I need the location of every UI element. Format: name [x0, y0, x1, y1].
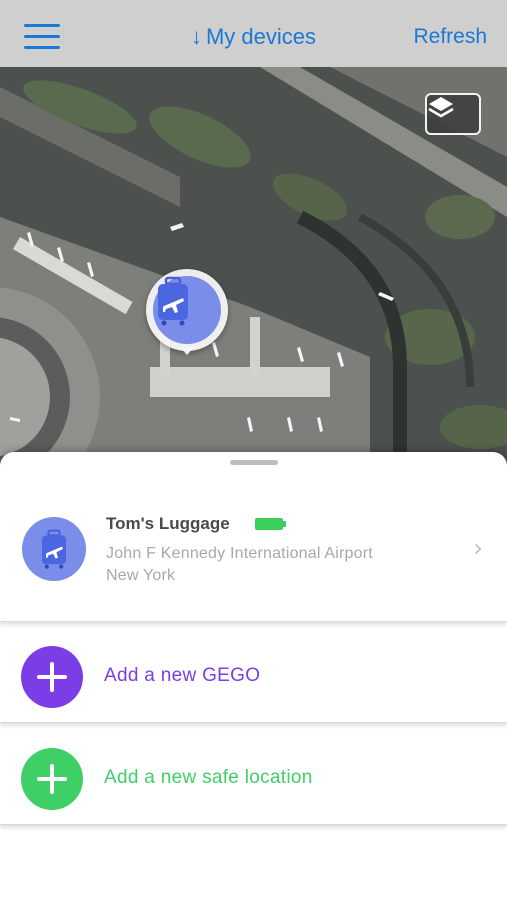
- plus-icon: [21, 748, 83, 810]
- device-location-line2: New York: [106, 567, 176, 584]
- luggage-plane-icon: [42, 529, 66, 569]
- add-safe-location-button[interactable]: Add a new safe location: [0, 737, 507, 825]
- luggage-marker-badge: [153, 276, 221, 344]
- sheet-drag-handle[interactable]: [230, 460, 278, 465]
- device-avatar: [22, 517, 86, 581]
- add-gego-label: Add a new GEGO: [104, 665, 261, 686]
- device-location: John F Kennedy International Airport New…: [106, 543, 446, 587]
- chevron-right-icon: ›: [473, 534, 483, 562]
- add-gego-button[interactable]: Add a new GEGO: [0, 635, 507, 723]
- layers-icon: [428, 97, 454, 118]
- bottom-sheet: Tom's Luggage John F Kennedy Internation…: [0, 452, 507, 900]
- plus-icon: [21, 646, 83, 708]
- device-location-line1: John F Kennedy International Airport: [106, 545, 373, 562]
- satellite-map[interactable]: [0, 67, 507, 467]
- device-map-marker[interactable]: [146, 269, 228, 355]
- map-layers-button[interactable]: [425, 93, 481, 135]
- refresh-button[interactable]: Refresh: [413, 25, 487, 49]
- luggage-plane-icon: [158, 276, 188, 326]
- arrow-down-icon: ↓: [190, 24, 202, 49]
- nav-title-label: My devices: [205, 24, 317, 49]
- device-name: Tom's Luggage: [106, 514, 230, 533]
- top-nav-bar: ↓ My devices Refresh: [0, 0, 507, 67]
- battery-full-icon: [255, 518, 286, 530]
- device-row[interactable]: Tom's Luggage John F Kennedy Internation…: [0, 492, 507, 622]
- add-safe-location-label: Add a new safe location: [104, 767, 313, 788]
